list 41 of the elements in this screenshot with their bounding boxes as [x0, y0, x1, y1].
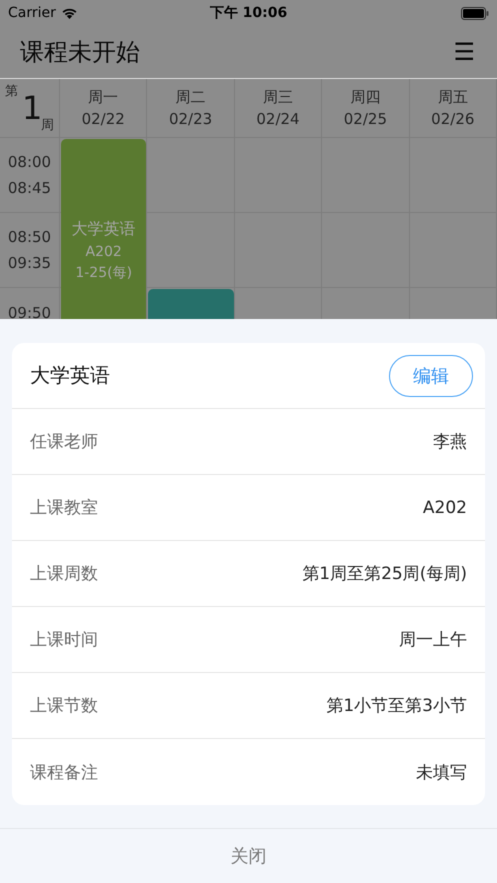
edit-button[interactable]: 编辑: [389, 354, 473, 396]
week-suffix: 周: [41, 117, 54, 134]
timetable-cell[interactable]: [147, 213, 235, 288]
field-value: 第1周至第25周(每周): [302, 563, 467, 585]
start-time: 09:50: [8, 304, 52, 319]
menu-button[interactable]: ☰: [453, 38, 475, 66]
start-time: 08:00: [8, 153, 52, 171]
date-label: 02/26: [431, 110, 474, 128]
weekday-label: 周四: [350, 88, 380, 107]
weekday-label: 周一: [88, 88, 118, 107]
start-time: 08:50: [8, 228, 52, 246]
date-label: 02/22: [82, 110, 125, 128]
week-number: 1: [22, 89, 42, 127]
weekday-label: 周二: [176, 88, 206, 107]
carrier-label: Carrier: [8, 5, 56, 21]
weekday-label: 周三: [262, 88, 293, 107]
date-label: 02/24: [256, 110, 300, 128]
battery-icon: [461, 6, 489, 20]
field-label: 上课节数: [30, 695, 98, 717]
field-value: 李燕: [433, 431, 467, 453]
field-value: A202: [422, 498, 467, 518]
page-title: 课程未开始: [20, 37, 140, 68]
field-value: 周一上午: [399, 629, 467, 651]
field-value: 第1小节至第3小节: [326, 695, 467, 717]
course-title: 大学英语: [30, 362, 110, 389]
end-time: 08:45: [8, 179, 52, 197]
field-label: 上课时间: [30, 629, 98, 651]
field-label: 上课周数: [30, 563, 98, 585]
field-label: 课程备注: [30, 762, 98, 784]
date-label: 02/25: [344, 110, 387, 128]
field-label: 上课教室: [30, 497, 98, 519]
wifi-icon: [60, 7, 78, 19]
field-value: 未填写: [416, 762, 467, 784]
week-prefix: 第: [5, 83, 18, 100]
timetable-cell[interactable]: [147, 138, 235, 213]
weekday-label: 周五: [438, 88, 468, 107]
date-label: 02/23: [168, 110, 212, 128]
clock-time: 下午 10:06: [210, 4, 288, 22]
field-label: 任课老师: [30, 431, 98, 453]
end-time: 09:35: [8, 254, 52, 272]
close-button[interactable]: 关闭: [224, 843, 272, 869]
